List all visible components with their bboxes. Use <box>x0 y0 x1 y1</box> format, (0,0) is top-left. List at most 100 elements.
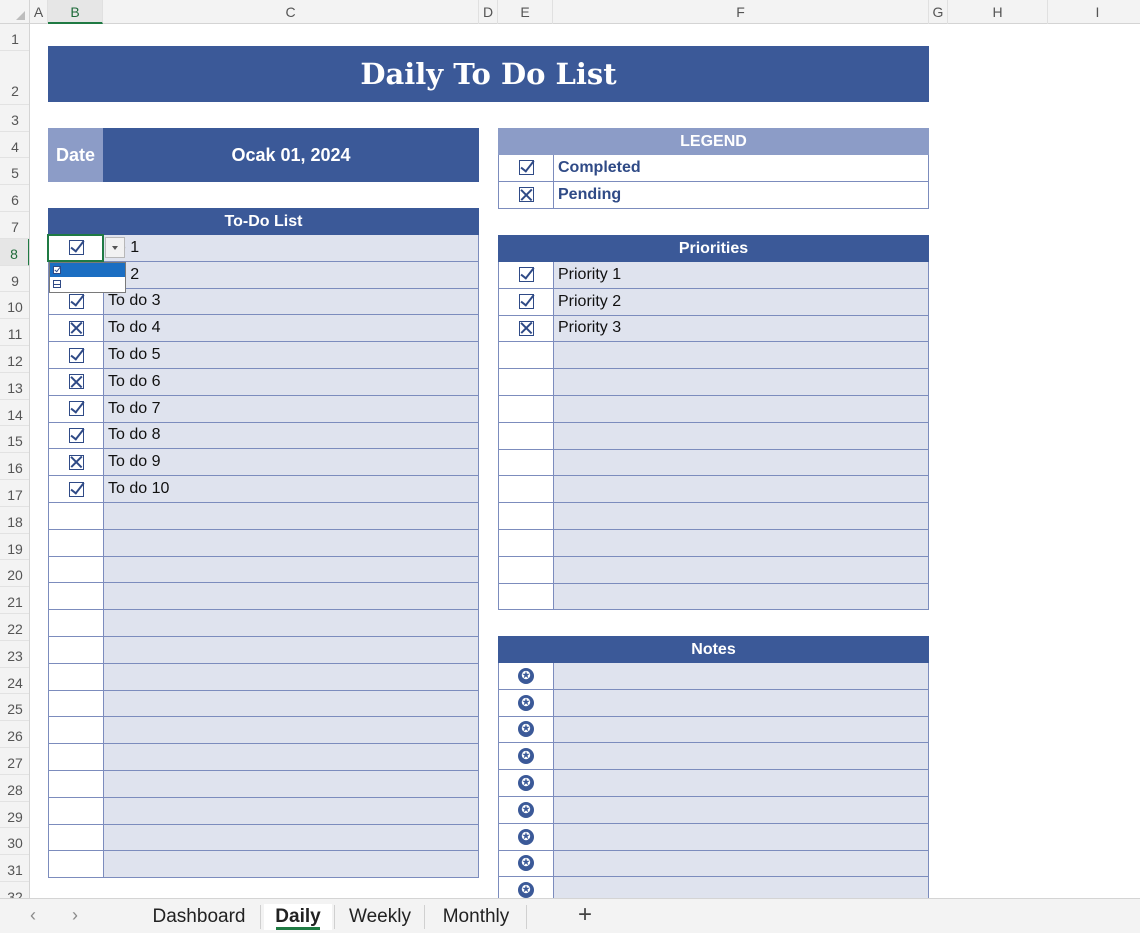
prev-sheet-icon[interactable]: ‹ <box>30 905 36 926</box>
todo-status-cell[interactable] <box>49 717 104 744</box>
priority-text-cell[interactable] <box>554 556 928 583</box>
todo-status-cell[interactable] <box>49 422 104 449</box>
column-header-f[interactable]: F <box>553 0 929 24</box>
row-header-23[interactable]: 23 <box>0 641 29 668</box>
row-header-4[interactable]: 4 <box>0 132 29 159</box>
priority-text-cell[interactable] <box>554 369 928 395</box>
sheet-tab-weekly[interactable]: Weekly <box>338 904 422 930</box>
priority-status-cell[interactable] <box>499 262 554 288</box>
column-header-d[interactable]: D <box>479 0 498 24</box>
todo-text-cell[interactable] <box>104 824 478 851</box>
row-header-9[interactable]: 9 <box>0 266 29 293</box>
priority-status-cell[interactable] <box>499 342 554 369</box>
row-header-10[interactable]: 10 <box>0 292 29 320</box>
todo-status-cell[interactable] <box>49 368 104 395</box>
todo-status-cell[interactable] <box>49 663 104 690</box>
priority-text-cell[interactable]: Priority 3 <box>554 315 928 342</box>
priority-text-cell[interactable] <box>554 476 928 503</box>
date-value[interactable]: Ocak 01, 2024 <box>103 128 479 182</box>
row-header-20[interactable]: 20 <box>0 560 29 588</box>
note-bullet-cell[interactable]: ✪ <box>499 796 554 823</box>
note-bullet-cell[interactable]: ✪ <box>499 663 554 689</box>
legend-icon-cell[interactable] <box>499 155 554 181</box>
legend-icon-cell[interactable] <box>499 181 554 208</box>
todo-text-cell[interactable] <box>104 663 478 690</box>
todo-text-cell[interactable] <box>104 744 478 770</box>
select-all-corner[interactable] <box>0 0 30 24</box>
row-header-27[interactable]: 27 <box>0 748 29 775</box>
legend-header[interactable]: LEGEND <box>498 128 929 155</box>
priority-status-cell[interactable] <box>499 449 554 476</box>
todo-text-cell[interactable] <box>104 610 478 636</box>
note-text-cell[interactable] <box>554 796 928 823</box>
todo-text-cell[interactable]: To do 5 <box>104 342 478 368</box>
todo-status-cell[interactable] <box>49 690 104 717</box>
todo-text-cell[interactable]: To do 9 <box>104 449 478 476</box>
priority-text-cell[interactable] <box>554 342 928 369</box>
sheet-tab-dashboard[interactable]: Dashboard <box>140 904 258 930</box>
column-header-b[interactable]: B <box>48 0 103 24</box>
priority-status-cell[interactable] <box>499 288 554 315</box>
row-header-19[interactable]: 19 <box>0 534 29 561</box>
todo-status-cell[interactable] <box>49 315 104 342</box>
priority-status-cell[interactable] <box>499 395 554 422</box>
priority-status-cell[interactable] <box>499 476 554 503</box>
priority-text-cell[interactable]: Priority 2 <box>554 288 928 315</box>
todo-text-cell[interactable]: To do 3 <box>104 288 478 315</box>
column-header-i[interactable]: I <box>1048 0 1140 24</box>
priorities-header[interactable]: Priorities <box>498 235 929 262</box>
row-header-25[interactable]: 25 <box>0 694 29 722</box>
priority-status-cell[interactable] <box>499 503 554 529</box>
note-bullet-cell[interactable]: ✪ <box>499 689 554 716</box>
row-header-6[interactable]: 6 <box>0 185 29 212</box>
sheet-tab-monthly[interactable]: Monthly <box>428 904 524 930</box>
todo-status-cell[interactable] <box>49 851 104 878</box>
todo-status-cell[interactable] <box>49 395 104 422</box>
todo-status-cell[interactable] <box>49 797 104 824</box>
sheet-tab-daily[interactable]: Daily <box>264 904 332 930</box>
row-header-13[interactable]: 13 <box>0 373 29 400</box>
todo-text-cell[interactable] <box>104 717 478 744</box>
legend-label[interactable]: Pending <box>554 181 928 208</box>
todo-status-cell[interactable] <box>49 449 104 476</box>
next-sheet-icon[interactable]: › <box>72 905 78 926</box>
dropdown-option[interactable] <box>50 277 125 291</box>
dropdown-option[interactable] <box>50 263 125 277</box>
priority-text-cell[interactable] <box>554 503 928 529</box>
priority-text-cell[interactable] <box>554 529 928 556</box>
note-bullet-cell[interactable]: ✪ <box>499 743 554 770</box>
row-header-32[interactable]: 32 <box>0 882 29 898</box>
todo-text-cell[interactable]: do 2 <box>104 261 478 288</box>
todo-status-cell[interactable] <box>49 610 104 636</box>
note-text-cell[interactable] <box>554 770 928 796</box>
todo-status-cell[interactable] <box>49 476 104 502</box>
todo-status-cell[interactable] <box>49 342 104 368</box>
row-header-15[interactable]: 15 <box>0 426 29 454</box>
row-header-2[interactable]: 2 <box>0 51 29 105</box>
priority-text-cell[interactable]: Priority 1 <box>554 262 928 288</box>
column-header-e[interactable]: E <box>498 0 553 24</box>
row-header-21[interactable]: 21 <box>0 587 29 614</box>
todo-text-cell[interactable] <box>104 690 478 717</box>
row-header-8[interactable]: 8 <box>0 238 29 266</box>
add-sheet-icon[interactable]: + <box>578 901 592 929</box>
row-header-16[interactable]: 16 <box>0 453 29 480</box>
row-header-12[interactable]: 12 <box>0 346 29 373</box>
notes-header[interactable]: Notes <box>498 636 929 663</box>
todo-status-cell[interactable] <box>49 770 104 797</box>
priority-status-cell[interactable] <box>499 583 554 610</box>
todo-list-header[interactable]: To-Do List <box>48 208 479 235</box>
todo-text-cell[interactable] <box>104 797 478 824</box>
row-header-29[interactable]: 29 <box>0 802 29 829</box>
todo-text-cell[interactable] <box>104 770 478 797</box>
row-header-28[interactable]: 28 <box>0 775 29 802</box>
todo-text-cell[interactable]: To do 7 <box>104 395 478 422</box>
priority-status-cell[interactable] <box>499 422 554 449</box>
priority-text-cell[interactable] <box>554 583 928 610</box>
todo-text-cell[interactable]: do 1 <box>104 235 478 261</box>
note-text-cell[interactable] <box>554 850 928 877</box>
row-header-7[interactable]: 7 <box>0 212 29 239</box>
todo-text-cell[interactable] <box>104 529 478 556</box>
date-label[interactable]: Date <box>48 128 103 182</box>
dropdown-arrow-button[interactable] <box>105 237 125 258</box>
